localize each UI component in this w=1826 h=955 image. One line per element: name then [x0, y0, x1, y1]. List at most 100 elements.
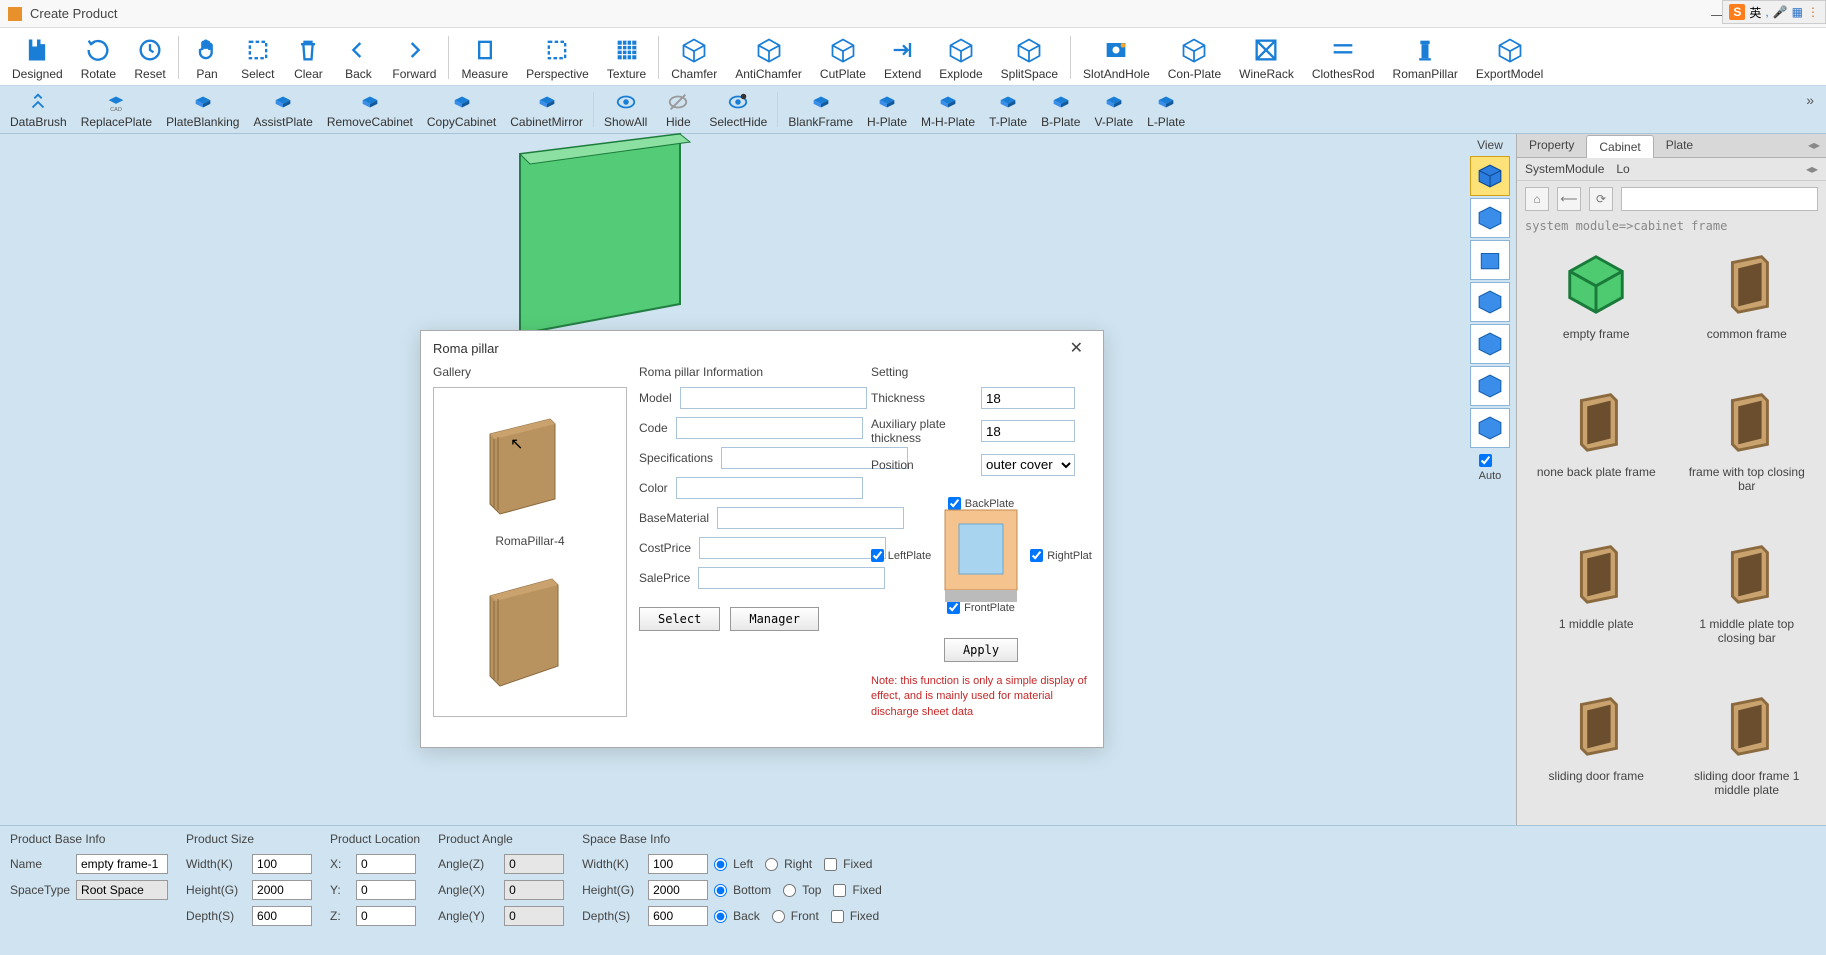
subtab-systemmodule[interactable]: SystemModule — [1525, 162, 1604, 176]
name-input[interactable] — [76, 854, 168, 874]
front-radio[interactable] — [772, 910, 785, 923]
sidepanel-tab-property[interactable]: Property — [1517, 134, 1586, 157]
manager-button[interactable]: Manager — [730, 607, 819, 631]
toolbar-hplate[interactable]: H-Plate — [861, 88, 913, 131]
top-radio[interactable] — [783, 884, 796, 897]
ribbon-conplate[interactable]: Con-Plate — [1160, 32, 1229, 83]
ribbon-measure[interactable]: Measure — [453, 32, 516, 83]
depth-input[interactable] — [252, 906, 312, 926]
view-bottom[interactable] — [1470, 366, 1510, 406]
view-back[interactable] — [1470, 408, 1510, 448]
ribbon-slotandhole[interactable]: SlotAndHole — [1075, 32, 1158, 83]
ime-more-icon[interactable]: ⋮ — [1807, 5, 1819, 19]
ribbon-select[interactable]: Select — [233, 32, 282, 83]
sidepanel-tab-plate[interactable]: Plate — [1654, 134, 1705, 157]
cabinet-item[interactable]: empty frame — [1525, 239, 1668, 369]
aux-thickness-input[interactable] — [981, 420, 1075, 442]
ribbon-clothesrod[interactable]: ClothesRod — [1304, 32, 1383, 83]
ribbon-perspective[interactable]: Perspective — [518, 32, 597, 83]
ime-lang[interactable]: 英 — [1749, 4, 1761, 21]
apply-button[interactable]: Apply — [944, 638, 1018, 662]
sb-height-input[interactable] — [648, 880, 708, 900]
toolbar-mhplate[interactable]: M-H-Plate — [915, 88, 981, 131]
ribbon-extend[interactable]: Extend — [876, 32, 929, 83]
code-input[interactable] — [676, 417, 863, 439]
cabinet-item[interactable]: 1 middle plate — [1525, 529, 1668, 673]
ribbon-reset[interactable]: Reset — [126, 32, 174, 83]
cabinet-item[interactable]: common frame — [1676, 239, 1819, 369]
ribbon-cutplate[interactable]: CutPlate — [812, 32, 874, 83]
subtab-loc[interactable]: Lo — [1616, 162, 1629, 176]
toolbar-lplate[interactable]: L-Plate — [1141, 88, 1191, 131]
ribbon-rotate[interactable]: Rotate — [73, 32, 124, 83]
ribbon-splitspace[interactable]: SplitSpace — [993, 32, 1066, 83]
x-input[interactable] — [356, 854, 416, 874]
z-input[interactable] — [356, 906, 416, 926]
right-radio[interactable] — [765, 858, 778, 871]
ribbon-antichamfer[interactable]: AntiChamfer — [727, 32, 810, 83]
cabinet-item[interactable]: sliding door frame 1 middle plate — [1676, 681, 1819, 825]
view-iso[interactable] — [1470, 156, 1510, 196]
ribbon-explode[interactable]: Explode — [931, 32, 990, 83]
left-radio[interactable] — [714, 858, 727, 871]
subtab-overflow-icon[interactable]: ◂▸ — [1806, 162, 1818, 176]
sidepanel-tab-cabinet[interactable]: Cabinet — [1586, 135, 1653, 158]
sb-width-input[interactable] — [648, 854, 708, 874]
width-input[interactable] — [252, 854, 312, 874]
toolbar-databrush[interactable]: DataBrush — [4, 88, 73, 131]
model-input[interactable] — [680, 387, 867, 409]
ime-mic-icon[interactable]: 🎤 — [1773, 5, 1788, 19]
thickness-input[interactable] — [981, 387, 1075, 409]
position-select[interactable]: outer cover — [981, 454, 1075, 476]
cabinet-item[interactable]: frame with top closing bar — [1676, 377, 1819, 521]
rightplate-checkbox[interactable] — [1030, 549, 1043, 562]
view-top[interactable] — [1470, 240, 1510, 280]
ribbon-chamfer[interactable]: Chamfer — [663, 32, 725, 83]
gallery-item[interactable] — [460, 556, 600, 696]
gallery-item[interactable]: RomaPillar-4 — [460, 394, 600, 548]
toolbar-vplate[interactable]: V-Plate — [1088, 88, 1139, 131]
ribbon-designed[interactable]: Designed — [4, 32, 71, 83]
home-icon[interactable]: ⌂ — [1525, 187, 1549, 211]
ribbon-romanpillar[interactable]: RomanPillar — [1385, 32, 1466, 83]
costprice-input[interactable] — [699, 537, 886, 559]
ime-punct-icon[interactable]: , — [1765, 5, 1768, 19]
color-input[interactable] — [676, 477, 863, 499]
back-radio[interactable] — [714, 910, 727, 923]
ribbon-pan[interactable]: Pan — [183, 32, 231, 83]
cabinet-item[interactable]: 1 middle plate top closing bar — [1676, 529, 1819, 673]
ime-grid-icon[interactable]: ▦ — [1792, 5, 1803, 19]
view-left[interactable] — [1470, 282, 1510, 322]
height-input[interactable] — [252, 880, 312, 900]
bottom-radio[interactable] — [714, 884, 727, 897]
toolbar-removecabinet[interactable]: RemoveCabinet — [321, 88, 419, 131]
toolbar-assistplate[interactable]: AssistPlate — [247, 88, 318, 131]
y-input[interactable] — [356, 880, 416, 900]
leftplate-checkbox[interactable] — [871, 549, 884, 562]
dialog-close-button[interactable]: ✕ — [1062, 334, 1091, 362]
ribbon-back[interactable]: Back — [334, 32, 382, 83]
toolbar-overflow-icon[interactable]: » — [1798, 88, 1822, 131]
refresh-icon[interactable]: ⟳ — [1589, 187, 1613, 211]
view-auto-checkbox[interactable] — [1479, 454, 1492, 467]
ribbon-clear[interactable]: Clear — [284, 32, 332, 83]
saleprice-input[interactable] — [698, 567, 885, 589]
back-icon[interactable]: ⟵ — [1557, 187, 1581, 211]
toolbar-replaceplate[interactable]: CADReplacePlate — [75, 88, 158, 131]
toolbar-bplate[interactable]: B-Plate — [1035, 88, 1086, 131]
sb-depth-input[interactable] — [648, 906, 708, 926]
cabinet-item[interactable]: sliding door frame — [1525, 681, 1668, 825]
sidepanel-search-input[interactable] — [1621, 187, 1818, 211]
gallery-list[interactable]: RomaPillar-4 — [433, 387, 627, 717]
fixed3-checkbox[interactable] — [831, 910, 844, 923]
sidepanel-tab-overflow-icon[interactable]: ◂▸ — [1802, 134, 1826, 157]
fixed1-checkbox[interactable] — [824, 858, 837, 871]
ime-toolbar[interactable]: S 英 , 🎤 ▦ ⋮ — [1722, 0, 1826, 24]
view-front[interactable] — [1470, 198, 1510, 238]
ribbon-winerack[interactable]: WineRack — [1231, 32, 1302, 83]
toolbar-tplate[interactable]: T-Plate — [983, 88, 1033, 131]
toolbar-plateblanking[interactable]: PlateBlanking — [160, 88, 245, 131]
view-right[interactable] — [1470, 324, 1510, 364]
ribbon-forward[interactable]: Forward — [384, 32, 444, 83]
cabinet-item[interactable]: none back plate frame — [1525, 377, 1668, 521]
